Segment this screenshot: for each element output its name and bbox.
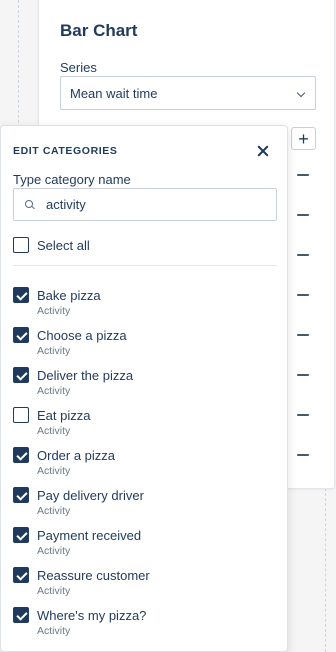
remove-row-icon[interactable] [297,414,309,416]
remove-row-icon[interactable] [297,254,309,256]
category-item-type: Activity [37,385,71,397]
add-category-button[interactable]: + [291,127,316,150]
panel-title: Bar Chart [60,21,138,40]
category-item-label: Bake pizza [37,288,101,303]
category-item[interactable]: Choose a pizza Activity [13,327,277,361]
select-all-label: Select all [37,237,90,253]
dashed-guide-line [325,488,326,652]
category-item-type: Activity [37,625,71,637]
category-item[interactable]: Bake pizza Activity [13,287,277,321]
category-search-value: activity [46,197,86,212]
divider [13,265,277,266]
category-item-label: Reassure customer [37,568,150,583]
category-item[interactable]: Deliver the pizza Activity [13,367,277,401]
category-item-type: Activity [37,545,71,557]
category-item[interactable]: Reassure customer Activity [13,567,277,601]
category-item-label: Where's my pizza? [37,608,147,623]
series-select[interactable]: Mean wait time [60,76,316,110]
category-search-label: Type category name [13,172,131,187]
app-stage: Bar Chart Series Mean wait time + EDIT C… [0,0,336,652]
checkbox-icon[interactable] [13,447,29,463]
remove-row-icon[interactable] [297,214,309,216]
category-item-label: Payment received [37,528,142,543]
category-item-type: Activity [37,425,71,437]
remove-row-icon[interactable] [297,294,309,296]
category-item[interactable]: Payment received Activity [13,527,277,561]
checkbox-icon[interactable] [13,407,29,423]
category-item[interactable]: Order a pizza Activity [13,447,277,481]
category-item-type: Activity [37,345,71,357]
category-item-label: Eat pizza [37,408,91,423]
close-icon[interactable] [255,143,271,159]
category-item-type: Activity [37,465,71,477]
remove-row-icon[interactable] [297,334,309,336]
remove-row-icon[interactable] [297,454,309,456]
category-item-type: Activity [37,305,71,317]
checkbox-icon[interactable] [13,237,29,253]
series-select-value: Mean wait time [70,85,158,101]
checkbox-icon[interactable] [13,327,29,343]
category-item-label: Order a pizza [37,448,116,463]
checkbox-icon[interactable] [13,487,29,503]
category-item[interactable]: Pay delivery driver Activity [13,487,277,521]
edit-categories-popover: EDIT CATEGORIES Type category name activ… [0,125,288,652]
search-icon [25,200,34,209]
popover-header: EDIT CATEGORIES [13,145,118,157]
remove-row-icon[interactable] [297,374,309,376]
category-item[interactable]: Where's my pizza? Activity [13,607,277,641]
category-item-label: Deliver the pizza [37,368,134,383]
category-search-input[interactable]: activity [13,188,277,221]
category-item-type: Activity [37,505,71,517]
category-item[interactable]: Eat pizza Activity [13,407,277,441]
select-all-checkbox[interactable]: Select all [13,237,90,253]
checkbox-icon[interactable] [13,567,29,583]
checkbox-icon[interactable] [13,287,29,303]
category-item-type: Activity [37,585,71,597]
checkbox-icon[interactable] [13,607,29,623]
checkbox-icon[interactable] [13,527,29,543]
series-label: Series [60,60,97,75]
category-item-label: Choose a pizza [37,328,127,343]
checkbox-icon[interactable] [13,367,29,383]
chevron-down-icon [296,88,306,98]
remove-row-icon[interactable] [297,174,309,176]
category-item-label: Pay delivery driver [37,488,144,503]
